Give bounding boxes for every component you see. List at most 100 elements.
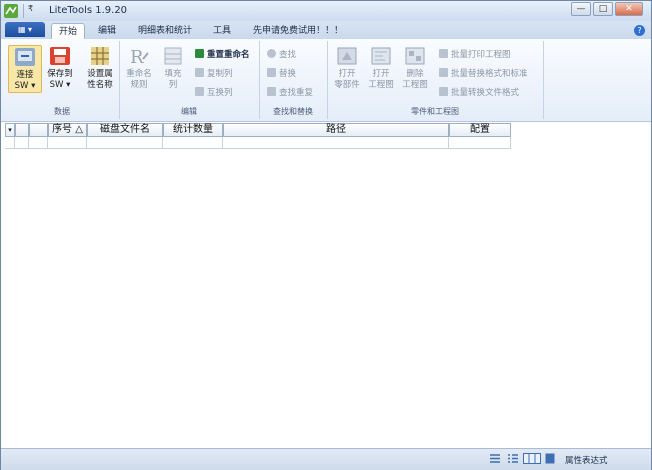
title-bar: ₹ LiteTools 1.9.20 — □ ✕ (1, 1, 651, 21)
swap-column-button[interactable]: 互换列 (195, 87, 233, 100)
open-part-button[interactable]: 打开 零部件 (331, 45, 363, 91)
open-part-label-2: 零部件 (334, 80, 360, 90)
find-duplicate-label: 查找重复 (279, 88, 314, 98)
connect-label-1: 连接 (16, 70, 34, 80)
attr-label-1: 设置属 (87, 69, 113, 79)
ribbon-tab-row: ▦ ▾ 开始 编辑 明细表和统计 工具 先申请免费试用！！！ ? (1, 21, 651, 39)
help-icon[interactable]: ? (634, 25, 645, 36)
batch-print-button[interactable]: 批量打印工程图 (439, 49, 511, 62)
table-row-cell[interactable] (163, 137, 223, 149)
set-attribute-name-button[interactable]: 设置属 性名称 (84, 45, 116, 91)
open-drawing-icon (371, 47, 391, 65)
fill-column-label-1: 填充 (164, 69, 182, 79)
status-text: 属性表达式 (565, 456, 608, 466)
find-button[interactable]: 查找 (267, 49, 296, 62)
data-grid: ▾ 序号 △ 磁盘文件名 统计数量 路径 配置 (5, 123, 511, 149)
rename-rule-button[interactable]: R 重命名 规则 (123, 45, 155, 91)
ribbon-panel: 连接 SW ▾ 保存到 SW ▾ 设置属 性名称 数据 R 重命名 规则 填充 … (1, 39, 651, 122)
quick-access-dropdown[interactable]: ₹ (28, 4, 33, 13)
delete-drawing-icon (405, 47, 425, 65)
open-part-icon (337, 47, 357, 65)
detail-view-icon[interactable] (507, 453, 519, 464)
open-drawing-label-1: 打开 (372, 69, 390, 79)
column-header-count[interactable]: 统计数量 (163, 123, 223, 137)
rename-rule-icon: R (130, 47, 149, 67)
tab-edit[interactable]: 编辑 (91, 23, 123, 39)
table-row-cell[interactable] (15, 137, 29, 149)
minimize-button[interactable]: — (571, 2, 591, 16)
window-title: LiteTools 1.9.20 (49, 5, 128, 16)
qat-separator (23, 4, 24, 18)
batch-convert-button[interactable]: 批量转换文件格式 (439, 87, 519, 100)
connect-icon (15, 48, 35, 66)
grid-corner-dropdown[interactable]: ▾ (5, 123, 15, 137)
column-header-path[interactable]: 路径 (223, 123, 449, 137)
save-label-1: 保存到 (47, 69, 73, 79)
column-header-blank-2[interactable] (29, 123, 48, 137)
close-button[interactable]: ✕ (615, 2, 643, 16)
column-header-blank-1[interactable] (15, 123, 29, 137)
page-view-icon[interactable] (523, 453, 541, 464)
connect-sw-button[interactable]: 连接 SW ▾ (8, 45, 42, 93)
connect-label-2: SW ▾ (14, 81, 36, 91)
fill-column-label-2: 列 (168, 80, 178, 90)
group-label-data: 数据 (54, 107, 70, 116)
rename-rule-label-1: 重命名 (126, 69, 152, 79)
save-to-sw-button[interactable]: 保存到 SW ▾ (44, 45, 76, 91)
find-duplicate-button[interactable]: 查找重复 (267, 87, 313, 100)
save-icon (50, 47, 70, 65)
column-header-config[interactable]: 配置 (449, 123, 511, 137)
list-view-icon[interactable] (489, 453, 501, 464)
batch-print-label: 批量打印工程图 (451, 50, 511, 60)
table-row-cell[interactable] (29, 137, 48, 149)
copy-column-icon (195, 68, 204, 77)
open-part-label-1: 打开 (338, 69, 356, 79)
group-label-edit: 编辑 (181, 107, 197, 116)
tab-start[interactable]: 开始 (51, 23, 86, 39)
save-label-2: SW ▾ (49, 80, 71, 90)
tab-free-trial[interactable]: 先申请免费试用！！！ (246, 23, 350, 39)
table-row-cell[interactable] (48, 137, 87, 149)
ribbon-group-find-replace: 查找 替换 查找重复 查找和替换 (259, 41, 328, 119)
group-label-parts-drawings: 零件和工程图 (411, 107, 459, 116)
ribbon-group-edit: R 重命名 规则 填充 列 重置重命名 复制列 互换列 编辑 (119, 41, 260, 119)
swap-column-icon (195, 87, 204, 96)
open-drawing-label-2: 工程图 (368, 80, 394, 90)
fill-column-icon (164, 47, 182, 65)
column-header-filename[interactable]: 磁盘文件名 (87, 123, 163, 137)
copy-column-label: 复制列 (207, 69, 233, 79)
panel-view-icon[interactable] (545, 453, 555, 464)
ribbon-group-parts-drawings: 打开 零部件 打开 工程图 删除 工程图 批量打印工程图 批量替换格式和标准 批… (327, 41, 544, 119)
maximize-button[interactable]: □ (593, 2, 613, 16)
application-menu-button[interactable]: ▦ ▾ (5, 22, 45, 37)
open-drawing-button[interactable]: 打开 工程图 (365, 45, 397, 91)
batch-rename-label: 重置重命名 (207, 50, 250, 60)
batch-rename-icon (195, 49, 204, 58)
delete-drawing-label-1: 删除 (406, 69, 424, 79)
status-bar: 属性表达式 (1, 448, 651, 470)
table-row-cell[interactable] (223, 137, 449, 149)
swap-column-label: 互换列 (207, 88, 233, 98)
attr-label-2: 性名称 (87, 80, 113, 90)
printer-icon (439, 49, 448, 58)
find-duplicate-icon (267, 87, 276, 96)
replace-button[interactable]: 替换 (267, 68, 296, 81)
batch-replace-format-button[interactable]: 批量替换格式和标准 (439, 68, 528, 81)
table-row-cell[interactable] (87, 137, 163, 149)
find-label: 查找 (279, 50, 297, 60)
ribbon-group-data: 连接 SW ▾ 保存到 SW ▾ 设置属 性名称 数据 (5, 41, 120, 119)
convert-icon (439, 87, 448, 96)
table-row-cell[interactable] (449, 137, 511, 149)
delete-drawing-label-2: 工程图 (402, 80, 428, 90)
table-row-cell[interactable] (5, 137, 15, 149)
batch-replace-format-label: 批量替换格式和标准 (451, 69, 528, 79)
batch-rename-button[interactable]: 重置重命名 (195, 49, 250, 62)
copy-column-button[interactable]: 复制列 (195, 68, 233, 81)
tab-detail-stats[interactable]: 明细表和统计 (131, 23, 199, 39)
svg-text:R: R (130, 47, 144, 67)
column-header-index[interactable]: 序号 △ (48, 123, 87, 137)
fill-column-button[interactable]: 填充 列 (157, 45, 189, 91)
attribute-grid-icon (91, 47, 109, 65)
delete-drawing-button[interactable]: 删除 工程图 (399, 45, 431, 91)
tab-tools[interactable]: 工具 (206, 23, 238, 39)
